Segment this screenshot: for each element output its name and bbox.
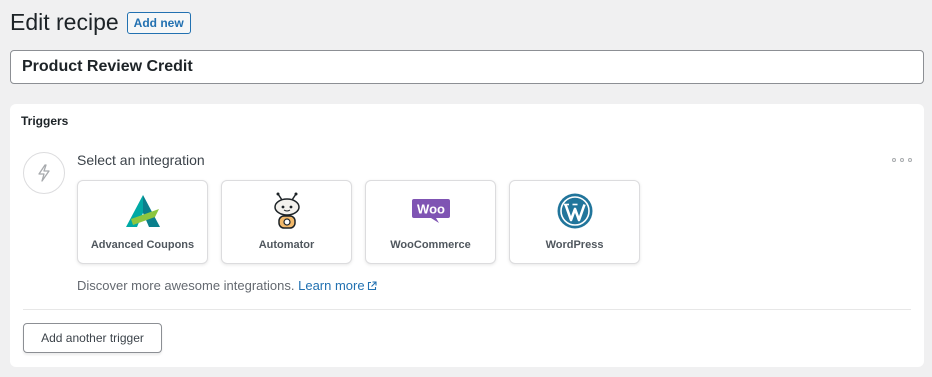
integration-tile-woocommerce[interactable]: Woo WooCommerce <box>365 180 496 264</box>
woo-logo-text: Woo <box>417 202 445 217</box>
triggers-panel: Triggers Select an integration Advanced … <box>10 104 924 367</box>
discover-more: Discover more awesome integrations. Lear… <box>77 278 377 293</box>
integration-tile-wordpress[interactable]: WordPress <box>509 180 640 264</box>
integration-label: WooCommerce <box>390 239 471 251</box>
integration-label: Advanced Coupons <box>90 239 195 251</box>
integration-tile-automator[interactable]: Automator <box>221 180 352 264</box>
learn-more-link[interactable]: Learn more <box>298 278 377 293</box>
automator-robot-icon <box>273 192 300 229</box>
external-link-icon <box>367 281 377 291</box>
divider <box>23 309 911 310</box>
select-integration-label: Select an integration <box>77 152 205 168</box>
integration-label: WordPress <box>545 239 604 251</box>
wordpress-logo-icon <box>557 193 592 229</box>
integration-tiles: Advanced Coupons Automator Woo WooCommer… <box>77 180 653 264</box>
lightning-bolt-icon <box>38 164 50 182</box>
discover-text: Discover more awesome integrations. <box>77 278 295 293</box>
ellipsis-icon[interactable] <box>892 154 912 166</box>
trigger-placeholder-circle <box>23 152 65 194</box>
page-title: Edit recipe <box>10 9 119 35</box>
add-new-button[interactable]: Add new <box>126 11 191 34</box>
page-header: Edit recipe Add new <box>10 8 191 37</box>
add-another-trigger-button[interactable]: Add another trigger <box>23 323 162 353</box>
woocommerce-logo-icon: Woo <box>411 199 450 223</box>
integration-label: Automator <box>258 239 315 251</box>
recipe-title-input[interactable] <box>10 50 924 84</box>
integration-tile-advanced-coupons[interactable]: Advanced Coupons <box>77 180 208 264</box>
triggers-heading: Triggers <box>21 114 69 128</box>
advanced-coupons-logo-icon <box>125 195 160 227</box>
